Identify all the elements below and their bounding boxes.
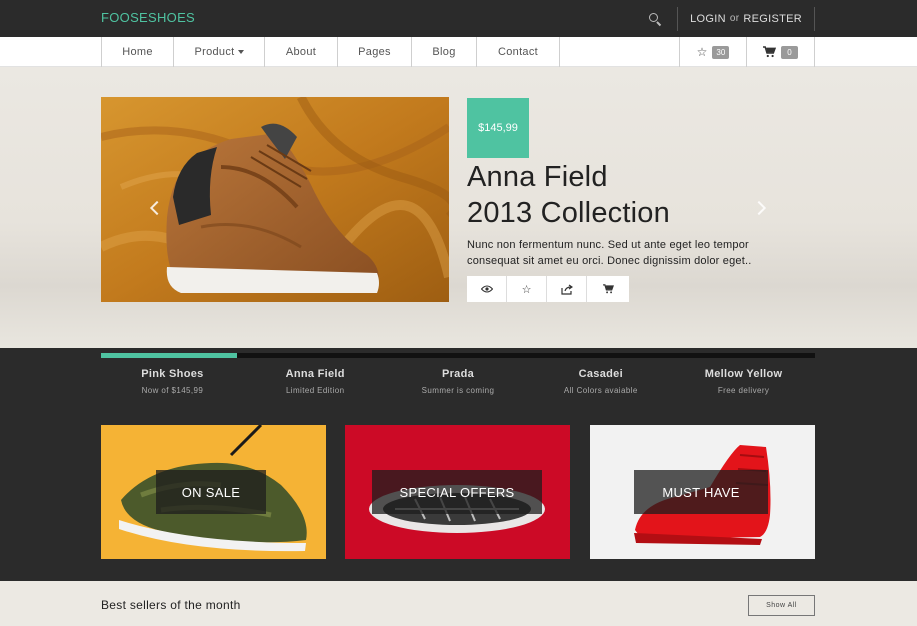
slider-progress-fill	[101, 353, 237, 358]
hero-title-line2: 2013 Collection	[467, 197, 670, 229]
eye-icon	[480, 285, 493, 293]
topbar-right: LOGIN or REGISTER	[645, 0, 815, 37]
share-button[interactable]	[547, 276, 587, 302]
price-tag: $145,99	[467, 98, 529, 158]
slider-tab[interactable]: Anna Field Limited Edition	[244, 360, 387, 395]
quick-view-button[interactable]	[467, 276, 507, 302]
best-sellers-section: Best sellers of the month Show All	[0, 581, 917, 626]
tab-title: Prada	[441, 368, 475, 380]
promo-section: ON SALE SPECIAL OFFERS MUST HAVE	[0, 403, 917, 581]
hero-description: Nunc non fermentum nunc. Sed ut ante ege…	[467, 239, 752, 267]
divider	[814, 6, 815, 31]
slider-tab-list: Pink Shoes Now of $145,99 Anna Field Lim…	[101, 360, 815, 395]
cart-button[interactable]: 0	[747, 37, 814, 67]
add-to-cart-button[interactable]	[587, 276, 629, 302]
section-title: Best sellers of the month	[101, 598, 241, 612]
tab-title: Pink Shoes	[141, 368, 204, 380]
hero-action-bar: ☆	[467, 276, 629, 302]
nav-spacer	[560, 37, 680, 67]
share-icon	[560, 284, 573, 295]
nav-item-product[interactable]: Product	[174, 37, 265, 67]
nav-item-pages[interactable]: Pages	[338, 37, 412, 67]
main-navigation: Home Product About Pages Blog Contact ☆ …	[0, 37, 917, 67]
nav-item-label: Home	[122, 46, 153, 58]
tab-subtitle: Free delivery	[717, 386, 770, 395]
nav-item-label: Blog	[432, 46, 456, 58]
nav-item-about[interactable]: About	[265, 37, 338, 67]
promo-card-special-offers[interactable]: SPECIAL OFFERS	[345, 425, 570, 559]
cart-count-badge: 0	[781, 45, 798, 59]
hero-slider: $145,99 Anna Field 2013 Collection Nunc …	[0, 67, 917, 348]
nav-item-label: About	[285, 46, 317, 58]
promo-card-must-have[interactable]: MUST HAVE	[590, 425, 815, 559]
slider-tab[interactable]: Mellow Yellow Free delivery	[672, 360, 815, 395]
hero-title-line1: Anna Field	[467, 161, 608, 193]
slider-tab[interactable]: Pink Shoes Now of $145,99	[101, 360, 244, 395]
nav-item-home[interactable]: Home	[102, 37, 174, 67]
wishlist-count-badge: 30	[712, 45, 730, 59]
wishlist-button[interactable]: ☆ 30	[680, 37, 747, 67]
brand-logo[interactable]: FOOSESHOES	[101, 10, 195, 25]
tab-subtitle: Now of $145,99	[141, 386, 204, 395]
hero-title: Anna Field 2013 Collection	[467, 159, 797, 231]
star-icon: ☆	[521, 283, 532, 296]
cart-icon	[602, 284, 614, 294]
promo-label: SPECIAL OFFERS	[372, 470, 542, 514]
tab-subtitle: All Colors avaiable	[563, 386, 638, 395]
slider-progress-track	[101, 353, 815, 358]
tab-title: Casadei	[578, 368, 623, 380]
tab-subtitle: Summer is coming	[421, 386, 495, 395]
nav-item-label: Contact	[497, 46, 538, 58]
tab-title: Mellow Yellow	[704, 368, 783, 380]
add-to-wishlist-button[interactable]: ☆	[507, 276, 547, 302]
login-link[interactable]: LOGIN	[690, 13, 726, 25]
promo-label: MUST HAVE	[634, 470, 768, 514]
chevron-down-icon	[237, 50, 244, 54]
tab-subtitle: Limited Edition	[285, 386, 345, 395]
slider-tab[interactable]: Prada Summer is coming	[387, 360, 530, 395]
register-link[interactable]: REGISTER	[743, 13, 802, 25]
show-all-button[interactable]: Show All	[748, 595, 815, 616]
hero-product-image	[101, 97, 449, 302]
auth-links: LOGIN or REGISTER	[678, 13, 814, 25]
nav-item-label: Pages	[358, 46, 391, 58]
nav-item-label: Product	[194, 46, 235, 58]
cart-icon	[763, 46, 776, 58]
slider-tabs: Pink Shoes Now of $145,99 Anna Field Lim…	[0, 348, 917, 403]
auth-or-text: or	[729, 13, 740, 24]
slider-tab[interactable]: Casadei All Colors avaiable	[529, 360, 672, 395]
promo-label: ON SALE	[156, 470, 266, 514]
star-icon: ☆	[696, 45, 708, 59]
tab-title: Anna Field	[285, 368, 345, 380]
promo-card-on-sale[interactable]: ON SALE	[101, 425, 326, 559]
nav-item-blog[interactable]: Blog	[412, 37, 477, 67]
search-icon[interactable]	[645, 9, 665, 29]
top-bar: FOOSESHOES LOGIN or REGISTER	[0, 0, 917, 37]
nav-item-contact[interactable]: Contact	[477, 37, 560, 67]
